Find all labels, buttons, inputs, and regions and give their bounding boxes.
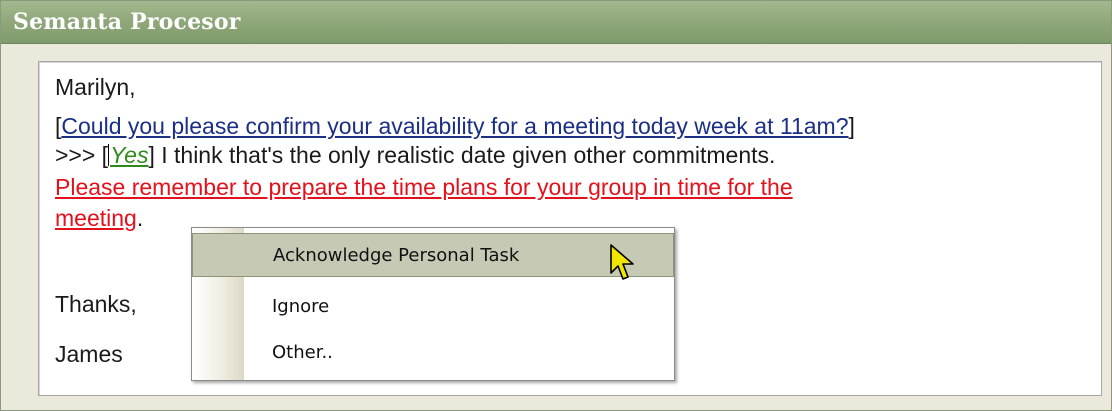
title-bar[interactable]: Semanta Procesor	[1, 1, 1111, 44]
menu-item-ignore[interactable]: Ignore	[192, 285, 674, 329]
window-title: Semanta Procesor	[13, 9, 241, 35]
signature-line: James	[55, 341, 123, 368]
greeting-text: Marilyn,	[55, 74, 136, 100]
menu-item-label: Acknowledge Personal Task	[273, 245, 520, 266]
menu-item-label: Ignore	[272, 296, 330, 317]
semanta-procesor-window: Semanta Procesor Marilyn, [Could you ple…	[0, 0, 1112, 411]
request-link[interactable]: Could you please confirm your availabili…	[61, 113, 848, 139]
reply-text: ] I think that's the only realistic date…	[148, 142, 776, 168]
yes-tag[interactable]: Yes	[110, 142, 148, 168]
task-line-2: meeting.	[55, 205, 143, 232]
signoff-text: Thanks,	[55, 291, 137, 317]
menu-item-acknowledge-personal-task[interactable]: Acknowledge Personal Task	[192, 233, 674, 277]
reply-line: >>> [Yes] I think that's the only realis…	[55, 142, 775, 169]
request-close-bracket: ]	[848, 113, 855, 139]
signoff-line: Thanks,	[55, 291, 137, 318]
text-caret	[108, 144, 110, 166]
task-end-period: .	[136, 205, 144, 231]
task-line-1: Please remember to prepare the time plan…	[55, 174, 793, 201]
menu-item-label: Other..	[272, 342, 333, 363]
reply-prefix: >>> [	[55, 142, 109, 168]
greeting-line: Marilyn,	[55, 74, 136, 101]
context-menu: Acknowledge Personal Task Ignore Other..	[191, 227, 675, 381]
task-link-part2[interactable]: meeting	[55, 205, 137, 231]
mouse-pointer-icon	[610, 244, 634, 280]
request-line: [Could you please confirm your availabil…	[55, 113, 855, 140]
task-link-part1[interactable]: Please remember to prepare the time plan…	[55, 174, 793, 200]
menu-item-other[interactable]: Other..	[192, 331, 674, 375]
signature-text: James	[55, 341, 123, 367]
